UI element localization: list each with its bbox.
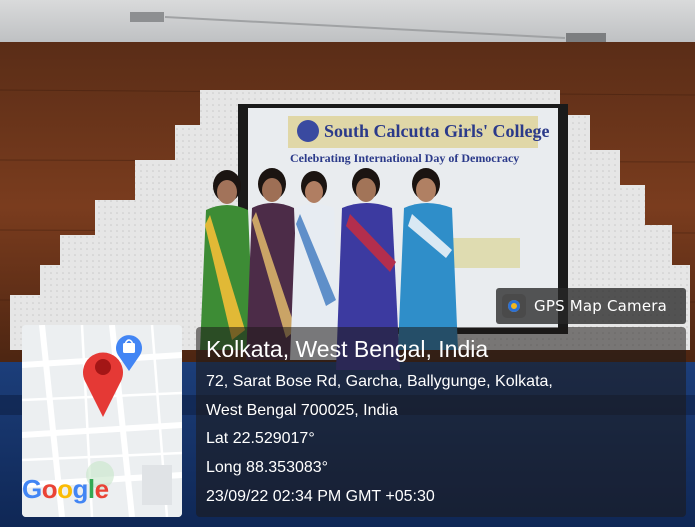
screen-subtitle: Celebrating International Day of Democra… xyxy=(290,151,520,165)
location-city: Kolkata, West Bengal, India xyxy=(206,336,489,362)
longitude: Long 88.353083° xyxy=(206,459,329,476)
screen-title: South Calcutta Girls' College xyxy=(324,121,550,141)
gps-camera-badge: GPS Map Camera xyxy=(496,288,686,324)
timestamp: 23/09/22 02:34 PM GMT +05:30 xyxy=(206,488,435,505)
address-line-1: 72, Sarat Bose Rd, Garcha, Ballygunge, K… xyxy=(206,373,553,390)
camera-icon xyxy=(502,294,526,318)
badge-label: GPS Map Camera xyxy=(534,297,668,315)
address-line-2: West Bengal 700025, India xyxy=(206,402,398,419)
shopping-bag-icon xyxy=(116,335,142,371)
google-logo: Google xyxy=(22,474,109,504)
latitude: Lat 22.529017° xyxy=(206,430,315,447)
